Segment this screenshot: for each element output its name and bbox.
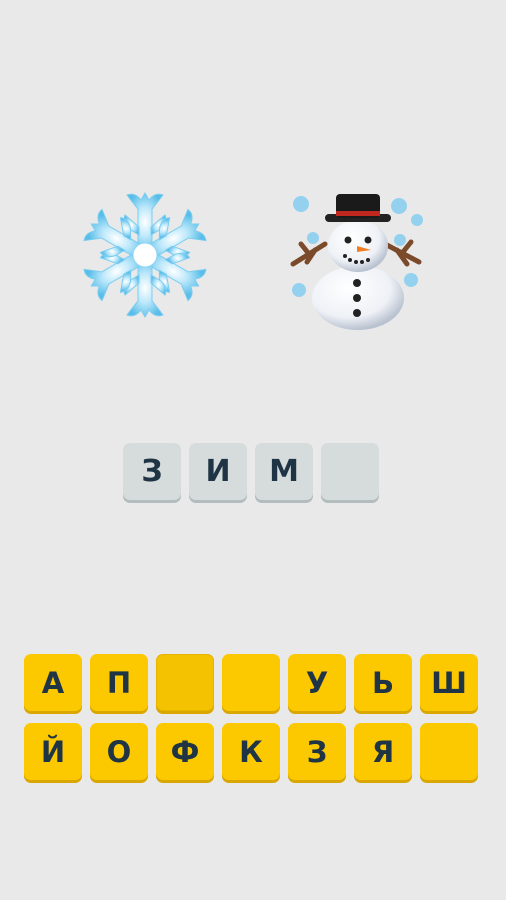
answer-slot[interactable]: М bbox=[255, 443, 313, 500]
letter-key[interactable] bbox=[222, 654, 280, 711]
letter-key[interactable]: Ш bbox=[420, 654, 478, 711]
letter-key[interactable]: Й bbox=[24, 723, 82, 780]
letter-key[interactable]: К bbox=[222, 723, 280, 780]
answer-slot[interactable]: З bbox=[123, 443, 181, 500]
letter-key[interactable]: О bbox=[90, 723, 148, 780]
letter-key[interactable] bbox=[420, 723, 478, 780]
letter-key[interactable]: Я bbox=[354, 723, 412, 780]
letter-key[interactable]: П bbox=[90, 654, 148, 711]
answer-slot[interactable]: И bbox=[189, 443, 247, 500]
letter-keyboard: А П У Ь Ш Й О Ф К З Я bbox=[0, 654, 506, 794]
letter-key[interactable]: З bbox=[288, 723, 346, 780]
letter-key[interactable] bbox=[156, 654, 214, 711]
clue-area bbox=[0, 180, 506, 340]
letter-key[interactable]: У bbox=[288, 654, 346, 711]
answer-row: З И М bbox=[0, 443, 506, 503]
letter-key[interactable]: Ь bbox=[354, 654, 412, 711]
snowman-with-snow-icon bbox=[285, 180, 435, 330]
snowflake-icon bbox=[70, 180, 220, 330]
answer-slot[interactable] bbox=[321, 443, 379, 500]
letter-key[interactable]: Ф bbox=[156, 723, 214, 780]
letter-key[interactable]: А bbox=[24, 654, 82, 711]
